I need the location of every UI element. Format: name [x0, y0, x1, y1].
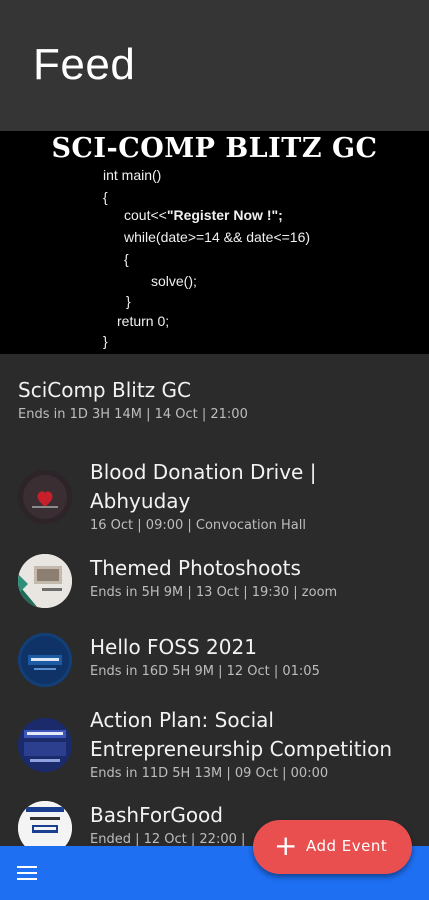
banner-register-text: "Register Now !";	[166, 207, 283, 223]
event-title: Blood Donation Drive | Abhyuday	[90, 460, 317, 513]
event-avatar	[18, 718, 72, 772]
plus-icon: +	[274, 829, 298, 862]
banner-code-line: while(date>=14 && date<=16)	[124, 229, 311, 245]
event-subtitle: Ends in 16D 5H 9M | 12 Oct | 01:05	[90, 664, 320, 679]
banner-code-line: return 0;	[117, 313, 170, 329]
event-list-item[interactable]: Blood Donation Drive | Abhyuday 16 Oct |…	[0, 458, 429, 538]
add-event-button[interactable]: + Add Event	[253, 820, 412, 874]
event-subtitle: 16 Oct | 09:00 | Convocation Hall	[90, 518, 306, 533]
action-plan-icon	[18, 718, 72, 772]
add-event-label: Add Event	[306, 837, 388, 855]
banner-code-line: }	[103, 333, 108, 349]
banner-code-line: {	[124, 251, 129, 267]
featured-event-subtitle: Ends in 1D 3H 14M | 14 Oct | 21:00	[18, 407, 248, 422]
hamburger-menu-icon[interactable]	[17, 866, 39, 882]
event-list-item[interactable]: Themed Photoshoots Ends in 5H 9M | 13 Oc…	[0, 554, 429, 614]
event-title: Action Plan: Social Entrepreneurship Com…	[90, 708, 393, 761]
banner-code-line: solve();	[151, 273, 197, 289]
banner-code-line: int main()	[103, 167, 162, 183]
event-avatar	[18, 470, 72, 524]
banner-code-line: }	[126, 293, 131, 309]
banner-code-line: cout<<"Register Now !";	[124, 207, 283, 223]
event-title: Themed Photoshoots	[90, 556, 301, 580]
blood-drop-icon	[18, 470, 72, 524]
foss-icon	[18, 633, 72, 687]
event-title: Hello FOSS 2021	[90, 635, 257, 659]
event-avatar	[18, 633, 72, 687]
event-subtitle: Ends in 11D 5H 13M | 09 Oct | 00:00	[90, 766, 329, 781]
banner-title: SCI-COMP BLITZ GC	[51, 133, 378, 164]
app-bar: Feed	[0, 0, 429, 131]
banner-code-line: {	[103, 189, 108, 205]
event-list-item[interactable]: Action Plan: Social Entrepreneurship Com…	[0, 706, 429, 790]
event-subtitle: Ends in 5H 9M | 13 Oct | 19:30 | zoom	[90, 585, 338, 600]
page-title: Feed	[33, 40, 136, 89]
featured-banner-image[interactable]: SCI-COMP BLITZ GC int main() { cout<<"Re…	[0, 131, 429, 354]
featured-event[interactable]: SciComp Blitz GC Ends in 1D 3H 14M | 14 …	[18, 378, 418, 422]
featured-event-title: SciComp Blitz GC	[18, 378, 191, 402]
photo-icon	[18, 554, 72, 608]
event-list-item[interactable]: Hello FOSS 2021 Ends in 16D 5H 9M | 12 O…	[0, 633, 429, 693]
event-avatar	[18, 554, 72, 608]
